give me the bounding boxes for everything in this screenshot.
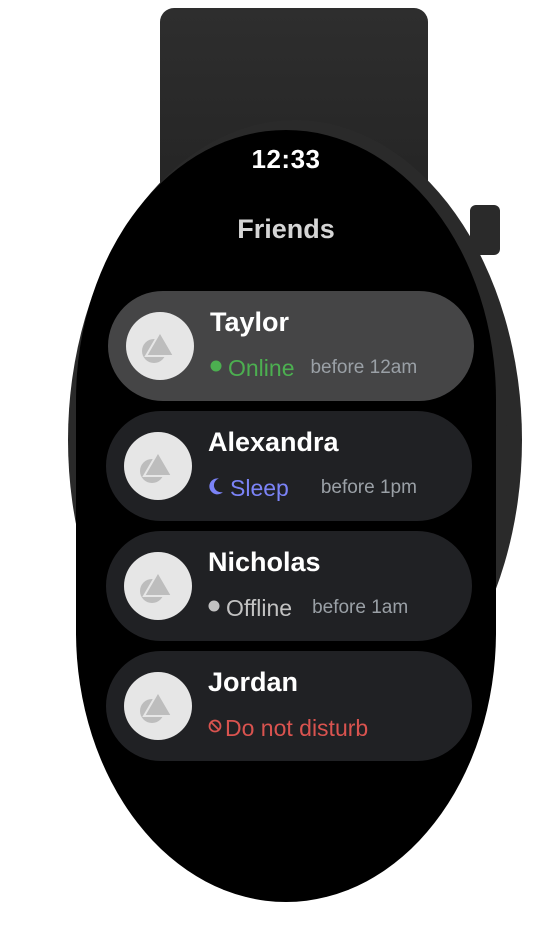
friend-name: Nicholas — [208, 547, 321, 577]
friend-status: Sleep — [230, 474, 289, 501]
do-not-disturb-icon — [208, 719, 222, 738]
friend-status-time: before 1am — [312, 597, 409, 618]
avatar — [124, 672, 192, 740]
status-time: 12:33 — [251, 144, 321, 174]
online-dot-icon — [210, 359, 222, 377]
friend-status-row: Sleep before 1pm — [208, 473, 417, 503]
friend-status-time: before 1pm — [320, 477, 417, 498]
friend-status-row: Do not disturb — [208, 713, 368, 743]
avatar — [124, 552, 192, 620]
friend-name: Taylor — [210, 307, 290, 337]
friend-card-taylor[interactable]: Taylor Online before 12am — [108, 291, 474, 401]
friend-card-nicholas[interactable]: Nicholas Offline before 1am — [106, 531, 472, 641]
watch-screen: 12:33 Friends Taylor Online before 12am … — [76, 130, 496, 902]
friend-status-row: Offline before 1am — [208, 593, 408, 623]
friend-status-row: Online before 12am — [210, 353, 417, 383]
page-title: Friends — [237, 214, 335, 244]
avatar-placeholder-icon — [140, 570, 174, 603]
friend-name: Alexandra — [208, 427, 339, 457]
friend-card-alexandra[interactable]: Alexandra Sleep before 1pm — [106, 411, 472, 521]
friend-status: Online — [228, 354, 295, 381]
friend-status: Offline — [226, 594, 293, 621]
avatar-placeholder-icon — [140, 450, 174, 483]
avatar-placeholder-icon — [142, 330, 176, 363]
offline-dot-icon — [208, 599, 220, 617]
friend-status: Do not disturb — [225, 714, 369, 741]
avatar — [126, 312, 194, 380]
friend-name: Jordan — [208, 667, 299, 697]
friend-status-time: before 12am — [310, 357, 418, 378]
avatar-placeholder-icon — [140, 690, 174, 723]
avatar — [124, 432, 192, 500]
friend-card-jordan[interactable]: Jordan Do not disturb — [106, 651, 472, 761]
moon-icon — [208, 477, 224, 500]
